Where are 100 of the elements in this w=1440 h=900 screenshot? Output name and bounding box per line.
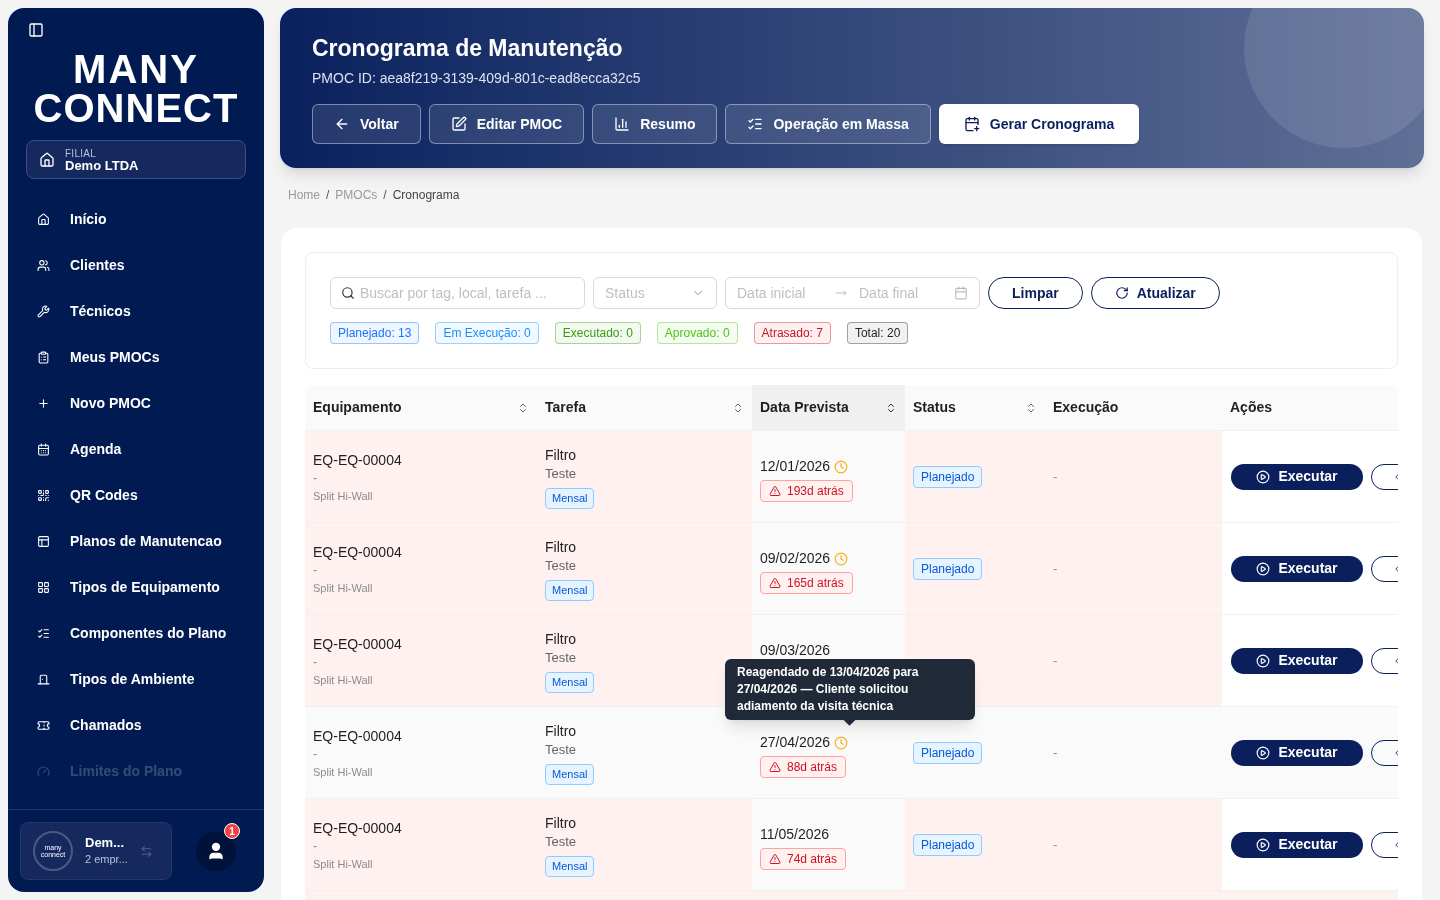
status-count-tag: Atrasado: 7 [753,322,831,344]
layout-icon [37,534,50,548]
execute-button[interactable]: Executar [1231,555,1363,582]
collapse-sidebar-icon[interactable] [28,22,44,38]
page-title: Cronograma de Manutenção [312,34,624,62]
sidebar-item[interactable]: Tipos de Ambiente [8,656,264,702]
execute-button[interactable]: Executar [1231,647,1363,674]
notification-badge: 1 [224,823,240,839]
header-button[interactable]: Voltar [312,104,421,144]
equipment-type: Split Hi-Wall [313,857,374,872]
account-name: Dem... [85,835,125,851]
breadcrumb-separator: / [326,187,330,204]
grid-icon [37,580,50,594]
scheduled-date: 09/02/2026 [760,549,831,568]
breadcrumb-separator: / [383,187,387,204]
sidebar-item[interactable]: Técnicos [8,288,264,334]
ticket-icon [37,718,50,732]
scheduled-date: 27/04/2026 [760,733,831,752]
sidebar-item[interactable]: Planos de Manutencao [8,518,264,564]
status-tag: Planejado [913,741,983,764]
branch-label: FILIAL [65,147,97,160]
overdue-tag: 74d atrás [760,848,847,870]
equipment-code: EQ-EQ-00004 [313,543,403,561]
equipment-code: EQ-EQ-00004 [313,727,403,745]
calendar-plus-icon [963,116,980,132]
equipment-type: Split Hi-Wall [313,673,374,688]
sidebar-item[interactable]: Clientes [8,242,264,288]
execution-value: - [1053,835,1058,854]
warning-icon [769,761,781,773]
sort-icon [517,401,529,414]
column-header: Execução [1052,398,1120,417]
column-header[interactable]: Status [905,385,1045,430]
column-header[interactable]: Equipamento [305,385,537,430]
house-icon [39,151,55,168]
checklist-icon [747,116,764,132]
table-row[interactable]: EQ-EQ-00004 - Split Hi-Wall Filtro Teste Mensal 11/05/2026 74d atrás Planejado - Executar [305,799,1398,891]
equipment-location: - [313,837,319,855]
status-count-tag: Aprovado: 0 [656,322,738,344]
play-icon [1256,653,1271,668]
search-field[interactable]: Buscar por tag, local, tarefa ... [330,277,585,309]
table-row[interactable]: EQ-EQ-00004 - Split Hi-Wall Filtro Teste Mensal 12/01/2026 193d atrás Planejado - Executar [305,431,1398,523]
arrow-left-icon [334,116,350,132]
execute-button[interactable]: Executar [1231,831,1363,858]
reschedule-tooltip: Reagendado de 13/04/2026 para 27/04/2026 — Cliente solicitou adiamento da visita técnica [725,659,975,720]
plus-icon [37,396,50,410]
sidebar-item[interactable]: Início [8,196,264,242]
status-tag: Planejado [913,557,983,580]
task-detail: Teste [545,465,577,483]
sidebar-item[interactable]: Meus PMOCs [8,334,264,380]
logo-text: CONNECT [33,88,239,128]
equipment-location: - [313,653,319,671]
play-icon [1256,745,1271,760]
sidebar-item[interactable]: Componentes do Plano [8,610,264,656]
breadcrumb-link[interactable]: Cronograma [392,186,460,204]
frequency-tag: Mensal [545,764,595,785]
execution-value: - [1053,651,1058,670]
door-icon [37,672,50,686]
frequency-tag: Mensal [545,856,595,877]
overdue-tag: 88d atrás [760,756,847,778]
qr-code-icon [37,488,50,502]
play-icon [1256,469,1271,484]
equipment-type: Split Hi-Wall [313,581,374,596]
equipment-code: EQ-EQ-00004 [313,451,403,469]
header-button[interactable]: Operação em Massa [725,104,931,144]
gauge-icon [37,764,50,778]
branch-selector[interactable]: FILIAL Demo LTDA [26,140,246,179]
status-count-tag: Em Execução: 0 [435,322,539,344]
warning-icon [769,853,781,865]
task-detail: Teste [545,557,577,575]
status-tag: Planejado [913,465,983,488]
task-name: Filtro [545,722,577,740]
overdue-tag: 193d atrás [760,480,853,502]
equipment-location: - [313,561,319,579]
status-count-tag: Total: 20 [846,322,909,344]
task-detail: Teste [545,741,577,759]
status-count-tag: Planejado: 13 [330,322,420,344]
header-button[interactable]: Resumo [592,104,718,144]
sort-icon [1025,401,1037,414]
execute-button[interactable]: Executar [1231,463,1363,490]
header-button[interactable]: Editar PMOC [428,104,585,144]
sidebar-item[interactable]: QR Codes [8,472,264,518]
column-header[interactable]: Data Prevista [752,385,905,430]
frequency-tag: Mensal [545,672,595,693]
overdue-tag: 165d atrás [760,572,853,594]
sidebar-item[interactable]: Agenda [8,426,264,472]
play-icon [1256,561,1271,576]
column-header[interactable]: Tarefa [537,385,752,430]
column-header: Ações [1229,398,1274,417]
execute-button[interactable]: Executar [1231,739,1363,766]
equipment-location: - [313,469,319,487]
sidebar-item[interactable]: Chamados [8,702,264,748]
sidebar-item[interactable]: Novo PMOC [8,380,264,426]
task-detail: Teste [545,649,577,667]
scheduled-date: 12/01/2026 [760,457,831,476]
status-count-tag: Executado: 0 [554,322,641,344]
account-detail: 2 empr... [85,852,128,867]
sidebar-item[interactable]: Tipos de Equipamento [8,564,264,610]
scheduled-date: 11/05/2026 [760,825,830,844]
table-row[interactable]: EQ-EQ-00004 - Split Hi-Wall Filtro Teste Mensal 09/02/2026 165d atrás Planejado - Executar [305,523,1398,615]
header-button[interactable]: Gerar Cronograma [938,104,1140,144]
